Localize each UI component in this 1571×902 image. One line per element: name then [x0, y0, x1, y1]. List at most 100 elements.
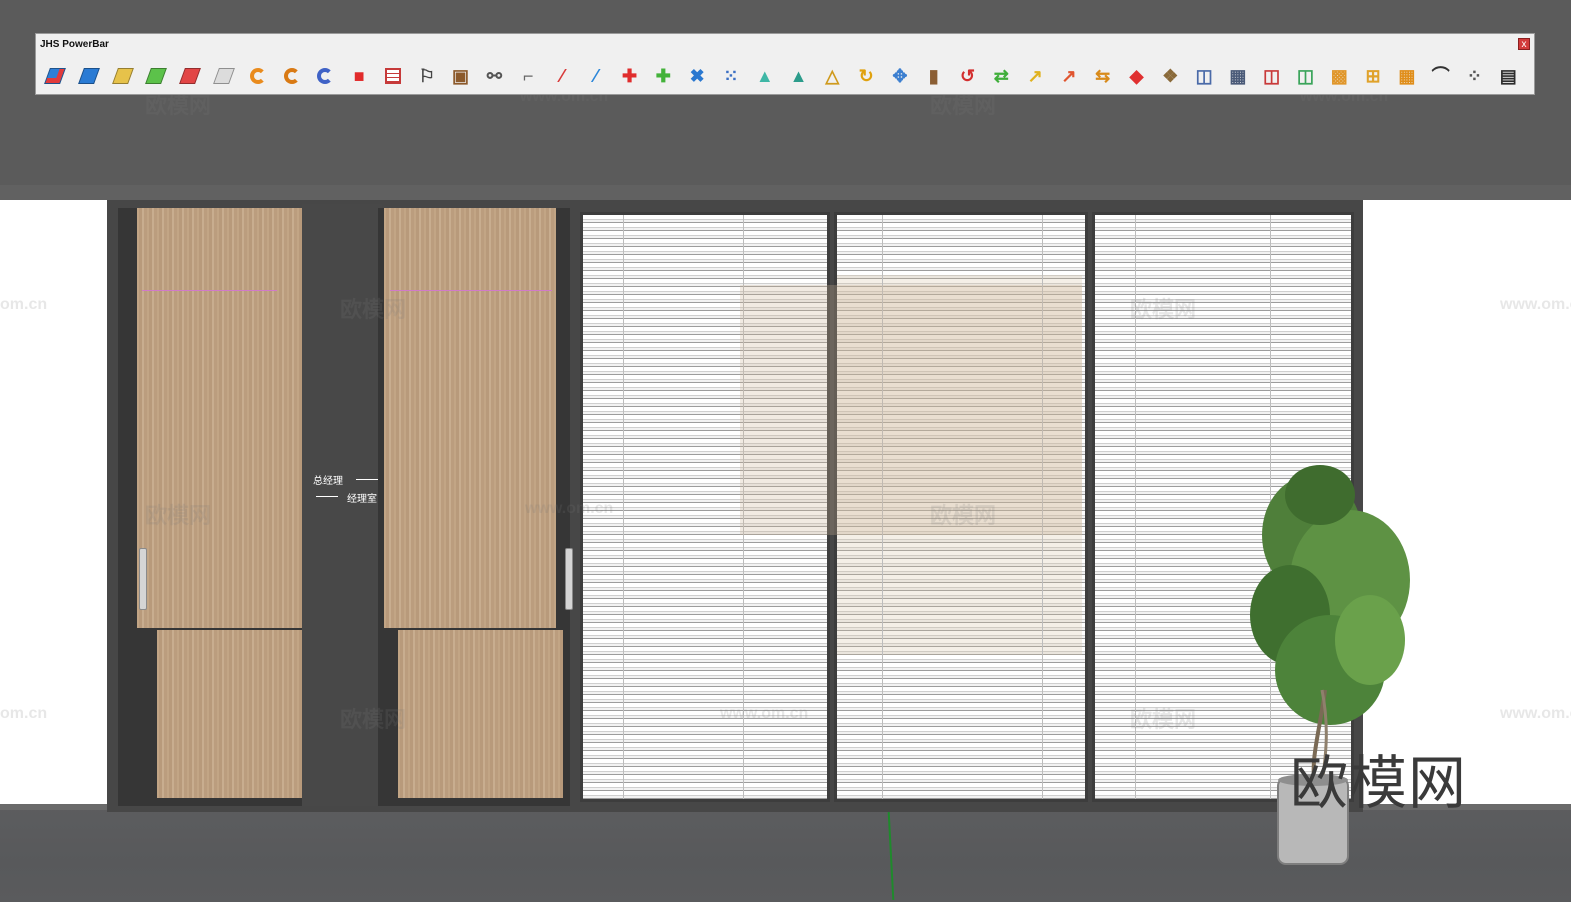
- green-frame-icon: ◫: [1296, 66, 1314, 86]
- sign-arrow-left: [316, 496, 338, 497]
- toolbar-title: JHS PowerBar: [40, 39, 109, 50]
- flag-button[interactable]: ⚐: [414, 63, 440, 89]
- blue-dots-button[interactable]: ⁄: [583, 63, 609, 89]
- red-arrow-icon: ↗: [1061, 66, 1077, 86]
- yellow-arrow-button[interactable]: ↗: [1022, 63, 1048, 89]
- dot-grid-button[interactable]: ⁙: [718, 63, 744, 89]
- blue-face-button[interactable]: [42, 63, 68, 89]
- rotate-icon: ↻: [858, 66, 874, 86]
- box-button[interactable]: ▣: [448, 63, 474, 89]
- triangle-icon: △: [825, 66, 840, 86]
- triangle-button[interactable]: △: [819, 63, 845, 89]
- twist-icon: [317, 68, 334, 84]
- left-white-wall: [0, 200, 110, 812]
- left-door-edge-line: [142, 290, 277, 291]
- orange-arc-2-button[interactable]: [279, 63, 305, 89]
- red-square-icon: ■: [353, 66, 365, 86]
- grid-face-icon: [213, 68, 235, 84]
- wood-block-button[interactable]: ▮: [921, 63, 947, 89]
- blue-x-button[interactable]: ✖: [684, 63, 710, 89]
- sign-arrow-right: [356, 479, 378, 480]
- mixed-arrows-button[interactable]: ⇆: [1090, 63, 1116, 89]
- green-arrows-button[interactable]: ⇄: [988, 63, 1014, 89]
- close-button[interactable]: x: [1518, 38, 1530, 50]
- move-button[interactable]: ✥: [887, 63, 913, 89]
- red-arrow-button[interactable]: ↗: [1056, 63, 1082, 89]
- cone-2-button[interactable]: ▲: [786, 63, 812, 89]
- cone-icon: ▲: [755, 66, 774, 86]
- red-tag-button[interactable]: ◆: [1124, 63, 1150, 89]
- blue-face-2-icon: [77, 68, 100, 84]
- green-face-icon: [145, 68, 168, 84]
- striped-square-icon: [384, 68, 401, 84]
- cone-2-icon: ▲: [789, 66, 808, 86]
- sign-general-manager: 总经理: [313, 476, 343, 487]
- layout-button[interactable]: ▤: [1495, 63, 1521, 89]
- blue-face-2-button[interactable]: [76, 63, 102, 89]
- corner-icon: ⌐: [522, 66, 534, 86]
- link-icon: ⚯: [486, 66, 502, 86]
- blue-face-icon: [44, 68, 66, 84]
- red-frame-button[interactable]: ◫: [1259, 63, 1285, 89]
- left-door-handle[interactable]: [139, 548, 147, 610]
- blind-cord: [623, 215, 624, 799]
- yellow-arrow-icon: ↗: [1027, 66, 1043, 86]
- orange-grid-button[interactable]: ▩: [1326, 63, 1352, 89]
- cubes-button[interactable]: ❖: [1157, 63, 1183, 89]
- right-door-handle[interactable]: [565, 548, 573, 610]
- box-icon: ▣: [452, 66, 470, 86]
- red-face-button[interactable]: [177, 63, 203, 89]
- yellow-face-button[interactable]: [110, 63, 136, 89]
- orange-grid-icon: ▩: [1330, 66, 1348, 86]
- orange-grid-2-button[interactable]: ⊞: [1360, 63, 1386, 89]
- frame-icon: ◫: [1195, 66, 1213, 86]
- left-door-upper-panel: [137, 208, 303, 628]
- door-sign-strip: [302, 204, 382, 806]
- orange-grid-2-icon: ⊞: [1365, 66, 1381, 86]
- red-frame-icon: ◫: [1263, 66, 1281, 86]
- orange-arc-icon: [249, 68, 266, 84]
- plant-foliage: [1285, 465, 1355, 525]
- wood-block-icon: ▮: [928, 66, 939, 86]
- blind-cord: [1135, 215, 1136, 799]
- undo-icon: ↺: [959, 66, 976, 86]
- right-door-lower-panel: [398, 630, 563, 798]
- orange-arc-button[interactable]: [245, 63, 271, 89]
- green-cross-button[interactable]: ✚: [650, 63, 676, 89]
- right-door-upper-panel: [384, 208, 556, 628]
- striped-square-button[interactable]: [380, 63, 406, 89]
- cubes-icon: ❖: [1162, 66, 1179, 86]
- big-watermark: 欧模网: [1290, 751, 1468, 816]
- room-wood-wall-reflection: [740, 285, 1082, 535]
- ceiling-beam: [0, 185, 1571, 201]
- green-frame-button[interactable]: ◫: [1292, 63, 1318, 89]
- twist-button[interactable]: [312, 63, 338, 89]
- cone-button[interactable]: ▲: [752, 63, 778, 89]
- green-face-button[interactable]: [143, 63, 169, 89]
- red-cross-button[interactable]: ✚: [617, 63, 643, 89]
- red-face-icon: [179, 68, 202, 84]
- frame-button[interactable]: ◫: [1191, 63, 1217, 89]
- green-arrows-icon: ⇄: [993, 66, 1009, 86]
- left-door-lower-panel: [157, 630, 317, 798]
- scatter-button[interactable]: ⁘: [1461, 63, 1487, 89]
- sign-manager-room: 经理室: [347, 494, 377, 505]
- red-square-button[interactable]: ■: [346, 63, 372, 89]
- toolbar-icon-row: ■ ⚐ ▣ ⚯ ⌐ ⁄ ⁄ ✚ ✚ ✖ ⁙ ▲ ▲ △ ↻ ✥ ▮ ↺ ⇄ ↗ ↗ ⇆ ◆ ❖ ◫ ▦ ◫ ◫ ▩ ⊞ ▦ ⌒ ⁘ ▤: [42, 63, 1530, 89]
- red-cross-icon: ✚: [622, 66, 638, 86]
- blue-x-icon: ✖: [689, 66, 705, 86]
- green-cross-icon: ✚: [655, 66, 671, 86]
- mesh-button[interactable]: ▦: [1225, 63, 1251, 89]
- corner-button[interactable]: ⌐: [515, 63, 541, 89]
- move-icon: ✥: [892, 66, 908, 86]
- link-button[interactable]: ⚯: [481, 63, 507, 89]
- undo-button[interactable]: ↺: [955, 63, 981, 89]
- rotate-button[interactable]: ↻: [853, 63, 879, 89]
- mixed-arrows-icon: ⇆: [1095, 66, 1111, 86]
- plant-foliage: [1335, 595, 1405, 685]
- orange-grid-3-button[interactable]: ▦: [1394, 63, 1420, 89]
- red-dots-button[interactable]: ⁄: [549, 63, 575, 89]
- grid-face-button[interactable]: [211, 63, 237, 89]
- flag-icon: ⚐: [418, 66, 435, 86]
- dotted-curve-button[interactable]: ⌒: [1428, 63, 1454, 89]
